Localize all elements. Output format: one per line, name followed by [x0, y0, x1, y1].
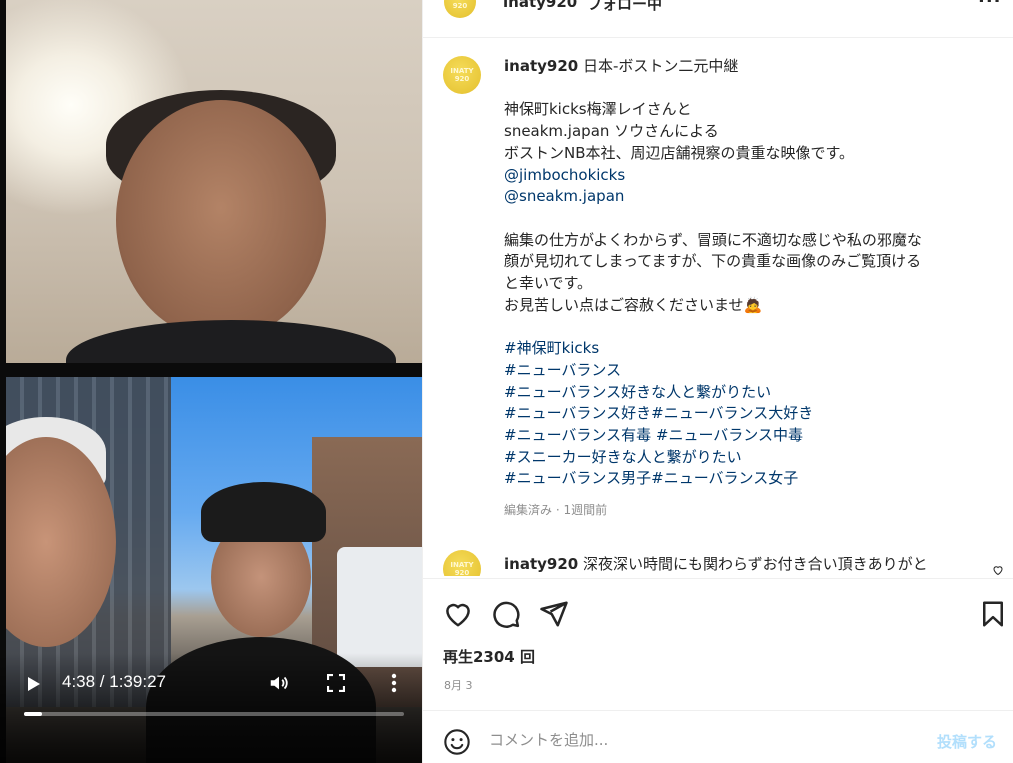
caption-line: 編集の仕方がよくわからず、冒頭に不適切な感じや私の邪魔な [504, 230, 922, 249]
comment-username[interactable]: inaty920 [504, 555, 578, 573]
caption-spacer [504, 208, 994, 230]
caption-link[interactable]: #ニューバランス男子#ニューバランス女子 [504, 469, 798, 487]
avatar[interactable]: INATY 920 [444, 0, 484, 18]
more-vertical-icon[interactable] [391, 673, 397, 693]
avatar[interactable]: INATY 920 [443, 550, 481, 576]
caption-line: 神保町kicks梅澤レイさんと [504, 100, 692, 119]
caption-line: #神保町kicks [504, 338, 994, 360]
caption-meta: 編集済み · 1週間前 [504, 503, 608, 518]
caption-line: お見苦しい点はご容赦くださいませ🙇 [504, 295, 763, 314]
avatar-logo-text: INATY [450, 67, 474, 75]
heart-icon[interactable] [443, 599, 473, 629]
caption-link[interactable]: #ニューバランス有毒 #ニューバランス中毒 [504, 426, 803, 444]
video-frame-top [6, 0, 422, 363]
comment-item: INATY 920 inaty920 深夜深い時間にも関わらずお付き合い頂きあり… [443, 550, 1003, 576]
person-shirt [66, 320, 396, 363]
post-actions: 再生2304 回 8月 3 [423, 578, 1013, 708]
avatar-logo-text: 920 [454, 569, 470, 576]
caption-spacer [504, 316, 994, 338]
caption-username[interactable]: inaty920 [504, 57, 578, 75]
comment-text: inaty920 深夜深い時間にも関わらずお付き合い頂きありがと [504, 553, 928, 574]
video-controls: 4:38 / 1:39:27 [0, 668, 422, 698]
comment-input[interactable] [489, 724, 919, 756]
caption-link[interactable]: @sneakm.japan [504, 187, 624, 205]
caption-line: #スニーカー好きな人と繋がりたい [504, 447, 994, 469]
caption-line: #ニューバランス好き#ニューバランス大好き [504, 403, 994, 425]
video-progress-bar[interactable] [24, 712, 404, 716]
caption-link[interactable]: #ニューバランス好き#ニューバランス大好き [504, 404, 813, 422]
comment-icon[interactable] [491, 599, 521, 629]
caption-line: #ニューバランス好きな人と繋がりたい [504, 382, 994, 404]
post-header: INATY 920 inaty920 フォロー中 ... [423, 0, 1013, 38]
caption-line: #ニューバランス [504, 360, 994, 382]
caption-link[interactable]: @jimbochokicks [504, 166, 625, 184]
comment-body: 深夜深い時間にも関わらずお付き合い頂きありがと [582, 555, 928, 573]
caption-line: 顔が見切れてしまってますが、下の貴重な画像のみご覧頂ける [504, 252, 922, 271]
header-username[interactable]: inaty920 [503, 0, 577, 11]
caption-link[interactable]: #神保町kicks [504, 339, 599, 357]
caption-line: と幸いです。 [504, 274, 593, 292]
caption-line: sneakm.japan ソウさんによる [504, 122, 719, 141]
post-date[interactable]: 8月 3 [444, 677, 473, 693]
avatar-logo-text: INATY [450, 561, 474, 569]
comment-like-icon[interactable] [992, 564, 1003, 576]
caption-line: @jimbochokicks [504, 165, 994, 187]
caption-line: #ニューバランス有毒 #ニューバランス中毒 [504, 425, 994, 447]
van [337, 547, 422, 667]
caption-link[interactable]: #スニーカー好きな人と繋がりたい [504, 448, 742, 466]
caption-body: inaty920 日本-ボストン二元中継 神保町kicks梅澤レイさんと snea… [504, 56, 994, 522]
caption-line: ボストンNB本社、周辺店舗視察の貴重な映像です。 [504, 143, 855, 162]
volume-icon[interactable] [268, 672, 290, 694]
avatar[interactable]: INATY 920 [443, 56, 481, 94]
emoji-icon[interactable] [443, 728, 471, 756]
video-time: 4:38 / 1:39:27 [62, 672, 166, 691]
caption-link[interactable]: #ニューバランス [504, 361, 621, 379]
caption-title: 日本-ボストン二元中継 [582, 57, 739, 75]
comment-form: 投稿する [423, 710, 1013, 763]
caption-link[interactable]: #ニューバランス好きな人と繋がりたい [504, 383, 771, 401]
post-sidebar: INATY 920 inaty920 フォロー中 ... INATY 920 i… [422, 0, 1013, 763]
caption-line: #ニューバランス男子#ニューバランス女子 [504, 468, 994, 490]
post-comment-button[interactable]: 投稿する [937, 731, 997, 752]
play-icon[interactable] [28, 677, 40, 691]
view-count[interactable]: 再生2304 回 [443, 646, 535, 667]
share-icon[interactable] [539, 599, 569, 629]
follow-button[interactable]: フォロー中 [587, 0, 662, 14]
video-player[interactable]: 4:38 / 1:39:27 [0, 0, 422, 763]
person-cap [201, 482, 326, 542]
video-progress-fill [24, 712, 42, 716]
avatar-logo-text: 920 [452, 2, 468, 10]
bookmark-icon[interactable] [978, 599, 1008, 629]
fullscreen-icon[interactable] [327, 674, 345, 692]
avatar-logo-text: 920 [454, 75, 470, 83]
caption-line: @sneakm.japan [504, 186, 994, 208]
caption-spacer [504, 78, 994, 100]
more-options-icon[interactable]: ... [978, 0, 1002, 7]
person-face [116, 100, 326, 340]
